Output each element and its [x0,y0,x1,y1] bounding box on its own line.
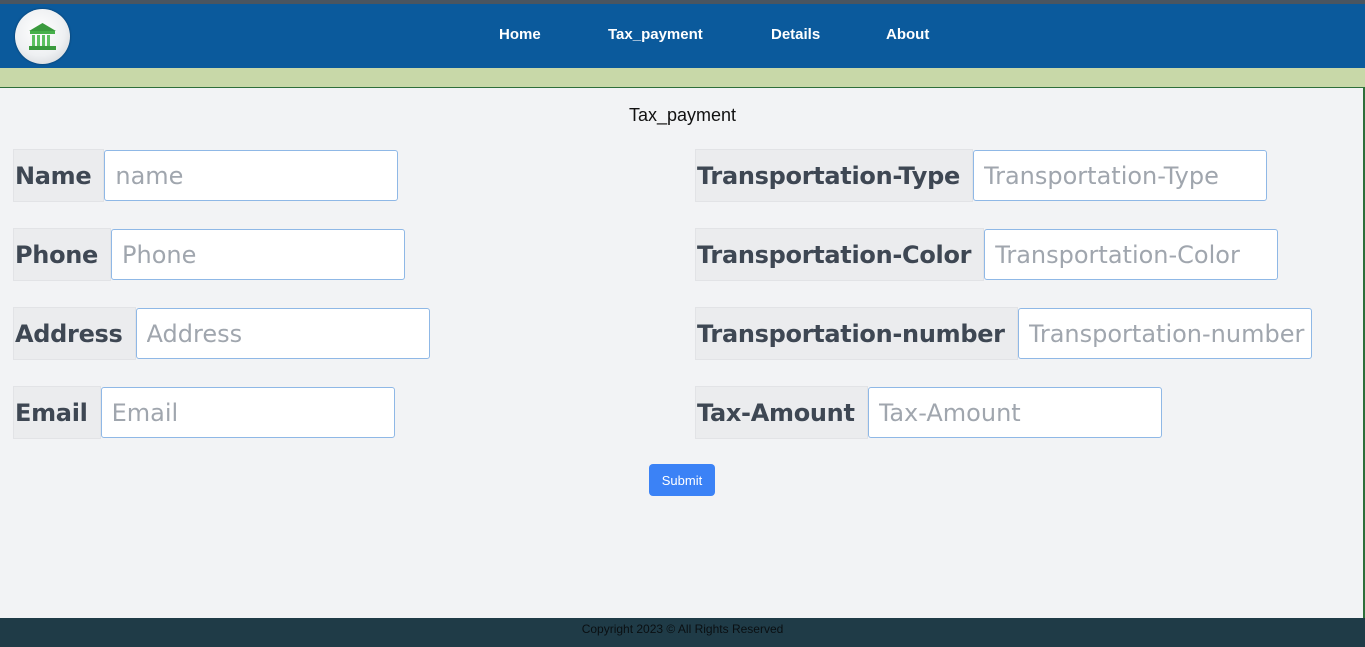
name-label: Name [13,149,105,202]
submit-button[interactable]: Submit [649,464,715,496]
transportation-color-label: Transportation-Color [695,228,985,281]
email-field-group: Email [13,386,395,439]
transportation-number-input[interactable] [1017,308,1312,359]
address-label: Address [13,307,136,360]
email-input[interactable] [100,387,395,438]
nav-menu: Home Tax_payment Details About [0,4,1365,68]
page-title: Tax_payment [628,105,737,125]
tax-amount-label: Tax-Amount [695,386,868,439]
address-input[interactable] [135,308,430,359]
name-field-group: Name [13,149,399,202]
nav-details[interactable]: Details [771,26,820,43]
address-field-group: Address [13,307,430,360]
transportation-number-label: Transportation-number [695,307,1018,360]
tax-payment-form: Tax_payment Name Phone Address Email Tra… [0,87,1365,618]
phone-input[interactable] [111,229,406,280]
tax-amount-field-group: Tax-Amount [695,386,1162,439]
tax-amount-input[interactable] [867,387,1162,438]
copyright-text: Copyright 2023 © All Rights Reserved [581,622,784,636]
email-label: Email [13,386,101,439]
nav-home[interactable]: Home [499,26,541,43]
navbar: Home Tax_payment Details About [0,4,1365,68]
accent-bar [0,68,1365,88]
transportation-number-field-group: Transportation-number [695,307,1312,360]
transportation-type-label: Transportation-Type [695,149,973,202]
phone-field-group: Phone [13,228,406,281]
nav-tax-payment[interactable]: Tax_payment [608,26,703,43]
transportation-type-field-group: Transportation-Type [695,149,1267,202]
transportation-color-field-group: Transportation-Color [695,228,1279,281]
transportation-color-input[interactable] [984,229,1279,280]
nav-about[interactable]: About [886,26,929,43]
footer: Copyright 2023 © All Rights Reserved [0,618,1365,647]
transportation-type-input[interactable] [972,150,1267,201]
name-input[interactable] [104,150,399,201]
phone-label: Phone [13,228,112,281]
